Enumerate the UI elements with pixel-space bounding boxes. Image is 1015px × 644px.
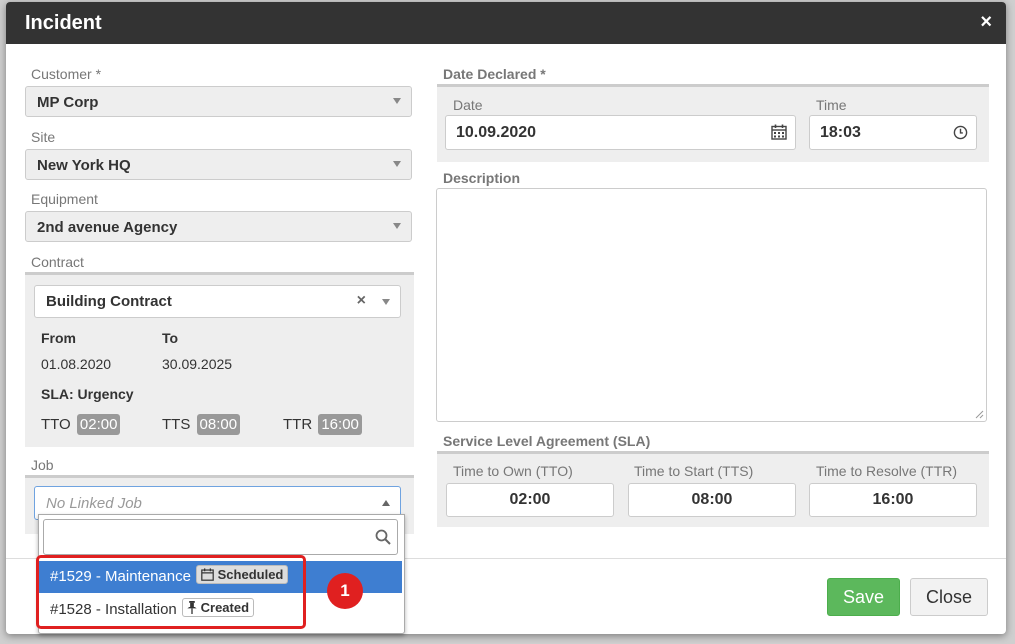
- site-value: New York HQ: [37, 157, 131, 174]
- contract-from-label: From: [41, 330, 76, 346]
- date-declared-label: Date Declared *: [443, 66, 546, 82]
- ttr-label: TTR: [283, 416, 313, 433]
- sla-ttr-field: 16:00: [809, 483, 977, 517]
- time-value: 18:03: [820, 124, 861, 141]
- save-button[interactable]: Save: [827, 578, 900, 616]
- close-button[interactable]: Close: [910, 578, 988, 616]
- site-label: Site: [31, 129, 56, 145]
- tto-group: TTO 02:00: [41, 414, 121, 435]
- ttr-badge: 16:00: [318, 414, 362, 435]
- sla-ttr-label: Time to Resolve (TTR): [816, 463, 958, 479]
- site-select[interactable]: New York HQ: [25, 149, 412, 180]
- resize-handle-icon[interactable]: [974, 409, 984, 419]
- tto-label: TTO: [41, 416, 71, 433]
- time-label: Time: [816, 97, 847, 113]
- sla-tts-label: Time to Start (TTS): [634, 463, 754, 479]
- date-label: Date: [453, 97, 483, 113]
- sla-tts-field: 08:00: [628, 483, 796, 517]
- contract-to-value: 30.09.2025: [162, 356, 233, 372]
- chevron-down-icon: [382, 299, 390, 305]
- equipment-select[interactable]: 2nd avenue Agency: [25, 211, 412, 242]
- date-input[interactable]: 10.09.2020: [445, 115, 796, 150]
- sla-urgency-label: SLA: Urgency: [41, 386, 134, 402]
- contract-from-value: 01.08.2020: [41, 356, 112, 372]
- chevron-down-icon: [393, 161, 401, 167]
- sla-label: Service Level Agreement (SLA): [443, 433, 651, 449]
- ttr-group: TTR 16:00: [283, 414, 362, 435]
- chevron-down-icon: [393, 223, 401, 229]
- tto-badge: 02:00: [76, 414, 121, 435]
- sla-tto-field: 02:00: [446, 483, 614, 517]
- modal-header: Incident ×: [6, 2, 1006, 44]
- contract-label: Contract: [31, 254, 84, 270]
- sla-panel: Time to Own (TTO) Time to Start (TTS) Ti…: [437, 451, 989, 527]
- chevron-up-icon: [382, 500, 390, 506]
- modal-title: Incident: [25, 12, 102, 34]
- clock-icon[interactable]: [953, 125, 968, 140]
- sla-tts-value: 08:00: [691, 491, 733, 508]
- job-search-input[interactable]: [43, 519, 398, 555]
- date-value: 10.09.2020: [456, 124, 537, 141]
- time-input[interactable]: 18:03: [809, 115, 977, 150]
- search-icon: [375, 529, 391, 545]
- customer-select[interactable]: MP Corp: [25, 86, 412, 117]
- contract-to-label: To: [162, 330, 179, 346]
- clear-icon[interactable]: ×: [357, 292, 366, 310]
- sla-tto-value: 02:00: [509, 491, 551, 508]
- description-label: Description: [443, 170, 521, 186]
- job-label: Job: [31, 457, 54, 473]
- equipment-label: Equipment: [31, 191, 98, 207]
- annotation-highlight-box: [36, 555, 306, 629]
- tts-group: TTS 08:00: [162, 414, 241, 435]
- close-icon[interactable]: ×: [980, 11, 992, 34]
- tts-label: TTS: [162, 416, 191, 433]
- contract-value: Building Contract: [46, 293, 172, 310]
- customer-value: MP Corp: [37, 94, 99, 111]
- equipment-value: 2nd avenue Agency: [37, 219, 178, 236]
- incident-modal: Incident × Customer * MP Corp Site New Y…: [6, 2, 1006, 634]
- job-placeholder: No Linked Job: [46, 495, 142, 512]
- contract-panel: Building Contract × From To 01.08.2020 3…: [25, 272, 414, 447]
- customer-label: Customer *: [31, 66, 102, 82]
- sla-tto-label: Time to Own (TTO): [453, 463, 573, 479]
- chevron-down-icon: [393, 98, 401, 104]
- sla-ttr-value: 16:00: [872, 491, 914, 508]
- tts-badge: 08:00: [196, 414, 241, 435]
- description-textarea[interactable]: [436, 188, 987, 422]
- calendar-icon[interactable]: [771, 124, 787, 140]
- annotation-callout-badge: 1: [327, 573, 363, 609]
- contract-select[interactable]: Building Contract ×: [34, 285, 401, 318]
- date-declared-panel: Date Time 10.09.2020 18:03: [437, 84, 989, 162]
